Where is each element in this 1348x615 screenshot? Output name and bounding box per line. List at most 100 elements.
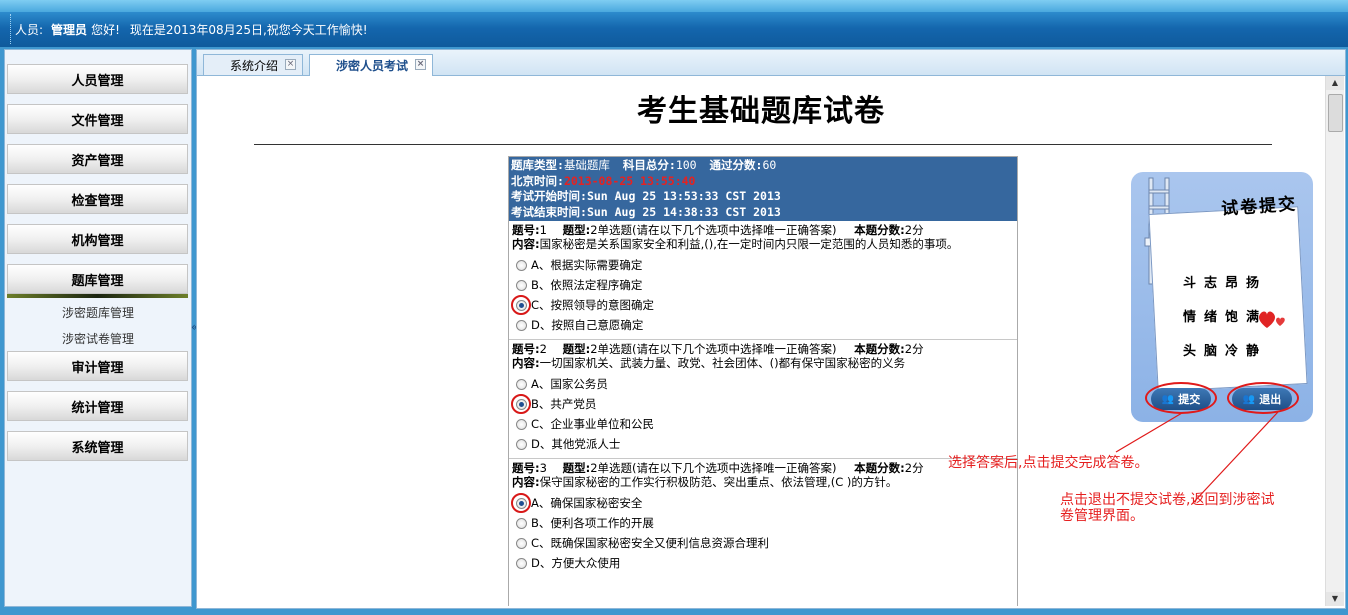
- option-text: A、根据实际需要确定: [531, 258, 643, 272]
- close-icon[interactable]: ×: [285, 59, 296, 70]
- submit-card: 试卷提交 斗志昂扬 情绪饱满 头脑冷静 👥 提交 👥 退出: [1131, 172, 1313, 422]
- radio-button[interactable]: [516, 319, 527, 331]
- question-block: 题号:2 题型:2单选题(请在以下几个选项中选择唯一正确答案) 本题分数:2分 …: [509, 340, 1017, 459]
- option-text: C、企业事业单位和公民: [531, 417, 655, 431]
- question-type-label: 题型:: [562, 223, 591, 237]
- answer-option[interactable]: D、按照自己意愿确定: [512, 315, 1014, 335]
- scroll-up-icon[interactable]: ▲: [1326, 76, 1344, 90]
- answer-option[interactable]: A、根据实际需要确定: [512, 255, 1014, 275]
- content-label: 内容:: [512, 475, 540, 489]
- content-text: 国家秘密是关系国家安全和利益,(),在一定时间内只限一定范围的人员知悉的事项。: [539, 237, 959, 251]
- radio-button[interactable]: [516, 259, 527, 271]
- option-text: C、按照领导的意图确定: [531, 298, 655, 312]
- option-text: A、国家公务员: [531, 377, 608, 391]
- sidebar-item-personnel[interactable]: 人员管理: [7, 64, 188, 94]
- content-text: 一切国家机关、武装力量、政党、社会团体、()都有保守国家秘密的义务: [539, 356, 906, 370]
- sidebar-item-audit[interactable]: 审计管理: [7, 351, 188, 381]
- question-content: 内容:保守国家秘密的工作实行积极防范、突出重点、依法管理,(C )的方针。: [512, 475, 1014, 489]
- tab-system-intro[interactable]: 系统介绍 ×: [203, 54, 303, 75]
- motto-line: 斗志昂扬: [1183, 276, 1268, 291]
- top-header-bar: 人员: 管理员 您好! 现在是2013年08月25日,祝您今天工作愉快!: [0, 0, 1348, 47]
- radio-button[interactable]: [516, 517, 527, 529]
- heart-icon: [1259, 311, 1285, 328]
- exit-annotation-line: 卷管理界面。: [1060, 508, 1144, 524]
- title-divider: [254, 144, 1272, 145]
- pass-score: 60: [762, 158, 777, 172]
- exit-annotation: 点击退出不提交试卷,返回到涉密试 卷管理界面。: [1060, 492, 1274, 524]
- sidebar-item-question-bank[interactable]: 题库管理: [7, 264, 188, 294]
- card-paper: [1148, 206, 1308, 392]
- answer-option[interactable]: D、方便大众使用: [512, 553, 1014, 573]
- content-label: 内容:: [512, 237, 540, 251]
- tab-secret-exam[interactable]: 涉密人员考试 ×: [309, 54, 433, 76]
- scroll-down-icon[interactable]: ▼: [1326, 592, 1344, 606]
- active-section-bar: [7, 294, 188, 298]
- sidebar-item-organization[interactable]: 机构管理: [7, 224, 188, 254]
- question-score: 2分: [904, 342, 924, 356]
- radio-button[interactable]: [516, 279, 527, 291]
- content-text: 保守国家秘密的工作实行积极防范、突出重点、依法管理,(C )的方针。: [539, 475, 898, 489]
- question-type-label: 题型:: [562, 461, 591, 475]
- bank-type-label: 题库类型:: [511, 158, 564, 172]
- option-text: A、确保国家秘密安全: [531, 496, 643, 510]
- selection-highlight-ring: [511, 394, 531, 414]
- submenu-item-secret-papers[interactable]: 涉密试卷管理: [5, 330, 191, 347]
- answer-option[interactable]: B、便利各项工作的开展: [512, 513, 1014, 533]
- question-score-label: 本题分数:: [854, 223, 905, 237]
- answer-option[interactable]: C、按照领导的意图确定: [511, 295, 1014, 315]
- sidebar-item-system[interactable]: 系统管理: [7, 431, 188, 461]
- pass-score-label: 通过分数:: [709, 158, 763, 172]
- total-score: 100: [675, 158, 697, 172]
- option-text: B、便利各项工作的开展: [531, 516, 654, 530]
- close-icon[interactable]: ×: [415, 59, 426, 70]
- radio-button[interactable]: [516, 378, 527, 390]
- question-no: 1: [539, 223, 547, 237]
- date-text: 现在是2013年08月25日,祝您今天工作愉快!: [129, 22, 368, 37]
- end-time: Sun Aug 25 14:38:33 CST 2013: [586, 204, 781, 219]
- question-type: 2单选题(请在以下几个选项中选择唯一正确答案): [590, 461, 837, 475]
- card-title: 试卷提交: [1220, 194, 1298, 220]
- start-time-label: 考试开始时间:: [511, 189, 587, 203]
- sidebar-item-assets[interactable]: 资产管理: [7, 144, 188, 174]
- question-score-label: 本题分数:: [854, 342, 905, 356]
- question-header: 题号:2 题型:2单选题(请在以下几个选项中选择唯一正确答案) 本题分数:2分: [512, 342, 1014, 356]
- question-type: 2单选题(请在以下几个选项中选择唯一正确答案): [590, 342, 837, 356]
- total-score-label: 科目总分:: [622, 158, 676, 172]
- submenu-item-secret-bank[interactable]: 涉密题库管理: [5, 304, 191, 321]
- question-type: 2单选题(请在以下几个选项中选择唯一正确答案): [590, 223, 837, 237]
- sidebar-item-documents[interactable]: 文件管理: [7, 104, 188, 134]
- question-no: 2: [539, 342, 547, 356]
- submit-annotation: 选择答案后,点击提交完成答卷。: [948, 455, 1149, 471]
- answer-option[interactable]: B、依照法定程序确定: [512, 275, 1014, 295]
- radio-button[interactable]: [516, 418, 527, 430]
- answer-option[interactable]: D、其他党派人士: [512, 434, 1014, 454]
- radio-button[interactable]: [516, 438, 527, 450]
- user-label: 人员:: [15, 22, 44, 37]
- answer-option[interactable]: C、既确保国家秘密安全又便利信息资源合理利: [512, 533, 1014, 553]
- exit-annotation-line: 点击退出不提交试卷,返回到涉密试: [1060, 492, 1275, 508]
- question-header: 题号:3 题型:2单选题(请在以下几个选项中选择唯一正确答案) 本题分数:2分: [512, 461, 1014, 475]
- question-no-label: 题号:: [512, 223, 540, 237]
- radio-button[interactable]: [516, 557, 527, 569]
- main-panel: 系统介绍 × 涉密人员考试 × 考生基础题库试卷 题库类型:基础题库 科目总分:…: [196, 49, 1346, 609]
- question-header: 题号:1 题型:2单选题(请在以下几个选项中选择唯一正确答案) 本题分数:2分: [512, 223, 1014, 237]
- answer-option[interactable]: A、国家公务员: [512, 374, 1014, 394]
- question-block: 题号:1 题型:2单选题(请在以下几个选项中选择唯一正确答案) 本题分数:2分 …: [509, 221, 1017, 340]
- answer-option[interactable]: C、企业事业单位和公民: [512, 414, 1014, 434]
- radio-button[interactable]: [516, 537, 527, 549]
- sidebar-item-statistics[interactable]: 统计管理: [7, 391, 188, 421]
- question-score: 2分: [904, 223, 924, 237]
- vertical-scrollbar[interactable]: ▲ ▼: [1325, 76, 1344, 606]
- answer-option[interactable]: A、确保国家秘密安全: [511, 493, 1014, 513]
- selection-highlight-ring: [511, 493, 531, 513]
- scroll-thumb[interactable]: [1328, 94, 1343, 132]
- tab-strip: 系统介绍 × 涉密人员考试 ×: [197, 50, 1345, 76]
- beijing-time: 2013-08-25 13:55:40: [563, 173, 696, 188]
- sidebar-item-inspection[interactable]: 检查管理: [7, 184, 188, 214]
- option-text: C、既确保国家秘密安全又便利信息资源合理利: [531, 536, 770, 550]
- question-block: 题号:3 题型:2单选题(请在以下几个选项中选择唯一正确答案) 本题分数:2分 …: [509, 459, 1017, 577]
- selection-highlight-ring: [511, 295, 531, 315]
- greeting-text: 您好!: [91, 22, 120, 37]
- answer-option[interactable]: B、共产党员: [511, 394, 1014, 414]
- bank-type: 基础题库: [563, 158, 610, 172]
